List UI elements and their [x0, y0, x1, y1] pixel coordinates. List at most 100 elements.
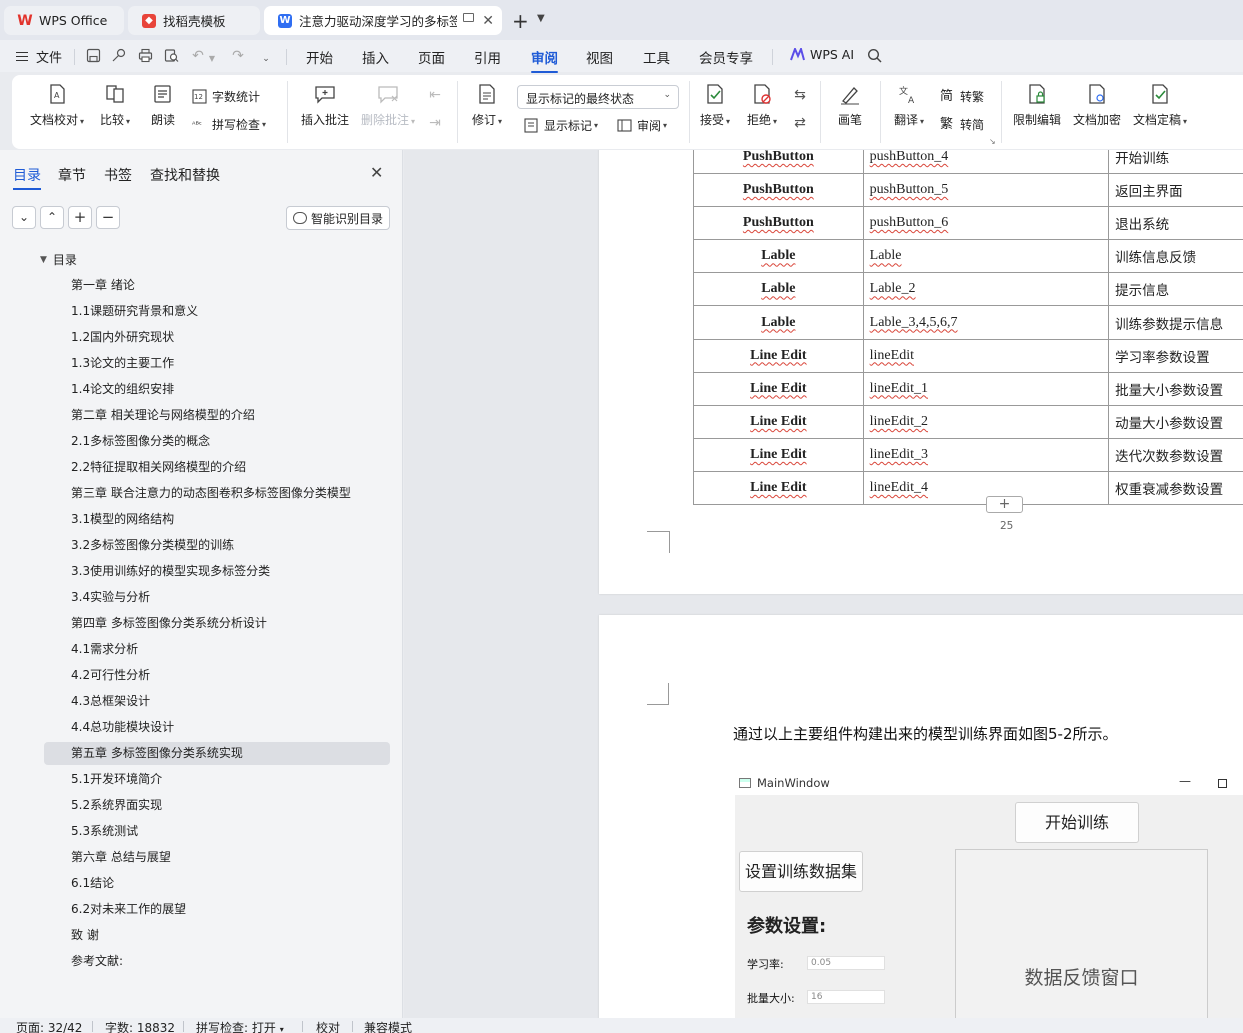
toc-item[interactable]: 4.3总框架设计: [44, 690, 390, 713]
spell-check-button[interactable]: ᴬᴮᶜ 拼写检查 ▾: [192, 116, 266, 133]
collapse-all-button[interactable]: ⌃: [40, 206, 64, 229]
chevron-down-icon[interactable]: ▼: [204, 51, 220, 67]
share-icon[interactable]: [110, 48, 126, 64]
toc-item[interactable]: 5.2系统界面实现: [44, 794, 390, 817]
object-name-cell[interactable]: lineEdit: [862, 338, 1110, 373]
insert-comment-button[interactable]: 插入批注: [301, 83, 349, 128]
chevron-down-icon[interactable]: ⌄: [258, 51, 274, 67]
tab-page[interactable]: 页面: [418, 47, 445, 67]
redo-icon[interactable]: ↷: [230, 48, 246, 64]
file-menu[interactable]: 文件: [16, 47, 62, 66]
component-type-cell[interactable]: Line Edit: [693, 371, 864, 406]
reject-button[interactable]: 拒绝 ▾: [747, 83, 777, 128]
object-name-cell[interactable]: Lable_3,4,5,6,7: [862, 305, 1110, 340]
toc-item[interactable]: 2.2特征提取相关网络模型的介绍: [44, 456, 390, 479]
toc-item[interactable]: 第二章 相关理论与网络模型的介绍: [44, 404, 390, 427]
toc-item[interactable]: 3.1模型的网络结构: [44, 508, 390, 531]
toc-root[interactable]: ▼ 目录: [40, 251, 77, 268]
description-cell[interactable]: 训练参数提示信息: [1108, 305, 1243, 340]
object-name-cell[interactable]: pushButton_6: [862, 206, 1110, 241]
toc-item[interactable]: 第五章 多标签图像分类系统实现: [44, 742, 390, 765]
compare-button[interactable]: 比较 ▾: [100, 83, 130, 128]
toc-item[interactable]: 1.3论文的主要工作: [44, 352, 390, 375]
object-name-cell[interactable]: Lable: [862, 239, 1110, 274]
doc-finalize-button[interactable]: 文档定稿 ▾: [1133, 83, 1187, 128]
toc-item[interactable]: 参考文献:: [44, 950, 390, 973]
restrict-edit-button[interactable]: 限制编辑: [1013, 83, 1061, 128]
pen-button[interactable]: 画笔: [838, 83, 862, 128]
markup-state-select[interactable]: 显示标记的最终状态 ⌄: [517, 85, 679, 109]
toc-item[interactable]: 3.3使用训练好的模型实现多标签分类: [44, 560, 390, 583]
object-name-cell[interactable]: lineEdit_3: [862, 437, 1110, 472]
toc-item[interactable]: 4.2可行性分析: [44, 664, 390, 687]
new-tab-button[interactable]: +: [512, 9, 529, 33]
toc-item[interactable]: 第四章 多标签图像分类系统分析设计: [44, 612, 390, 635]
description-cell[interactable]: 迭代次数参数设置: [1108, 437, 1243, 472]
description-cell[interactable]: 退出系统: [1108, 206, 1243, 241]
expand-icon[interactable]: ↘: [989, 137, 996, 146]
component-type-cell[interactable]: Lable: [693, 239, 864, 274]
previous-change-icon[interactable]: ⇆: [792, 87, 808, 103]
description-cell[interactable]: 批量大小参数设置: [1108, 371, 1243, 406]
object-name-cell[interactable]: lineEdit_2: [862, 404, 1110, 439]
translate-button[interactable]: 文A 翻译 ▾: [894, 83, 924, 128]
remove-heading-button[interactable]: −: [96, 206, 120, 229]
tab-tools[interactable]: 工具: [643, 47, 670, 67]
description-cell[interactable]: 训练信息反馈: [1108, 239, 1243, 274]
accept-button[interactable]: 接受 ▾: [700, 83, 730, 128]
status-page[interactable]: 页面: 32/42: [16, 1019, 82, 1033]
status-spell-check[interactable]: 拼写检查: 打开 ▾: [196, 1019, 284, 1033]
save-icon[interactable]: [85, 48, 101, 64]
description-cell[interactable]: 开始训练: [1108, 150, 1243, 175]
close-icon[interactable]: ✕: [482, 13, 494, 29]
object-name-cell[interactable]: pushButton_4: [862, 150, 1110, 175]
description-cell[interactable]: 权重衰减参数设置: [1108, 470, 1243, 506]
add-heading-button[interactable]: +: [68, 206, 92, 229]
to-traditional-button[interactable]: 简 转繁: [940, 88, 984, 105]
tab-bookmarks[interactable]: 书签: [104, 165, 132, 185]
doc-encrypt-button[interactable]: 文档加密: [1073, 83, 1121, 128]
toc-item[interactable]: 第六章 总结与展望: [44, 846, 390, 869]
toc-item[interactable]: 2.1多标签图像分类的概念: [44, 430, 390, 453]
word-count-button[interactable]: 12 字数统计: [192, 88, 260, 105]
toc-item[interactable]: 4.1需求分析: [44, 638, 390, 661]
tab-template[interactable]: ◆ 找稻壳模板: [128, 6, 260, 35]
description-cell[interactable]: 提示信息: [1108, 272, 1243, 307]
description-cell[interactable]: 返回主界面: [1108, 173, 1243, 208]
smart-toc-button[interactable]: 智能识别目录: [286, 206, 390, 230]
close-icon[interactable]: ✕: [370, 163, 383, 182]
previous-comment-icon[interactable]: ⇤: [427, 87, 443, 103]
description-cell[interactable]: 学习率参数设置: [1108, 338, 1243, 373]
toc-item[interactable]: 第三章 联合注意力的动态图卷积多标签图像分类模型: [44, 482, 390, 505]
tab-member[interactable]: 会员专享: [699, 47, 753, 67]
tab-references[interactable]: 引用: [474, 47, 501, 67]
component-type-cell[interactable]: Line Edit: [693, 404, 864, 439]
component-type-cell[interactable]: PushButton: [693, 206, 864, 241]
next-comment-icon[interactable]: ⇥: [427, 115, 443, 131]
tab-find-replace[interactable]: 查找和替换: [150, 165, 220, 185]
component-type-cell[interactable]: PushButton: [693, 150, 864, 175]
toc-item[interactable]: 1.1课题研究背景和意义: [44, 300, 390, 323]
review-pane-button[interactable]: 审阅 ▾: [617, 117, 667, 134]
toc-item[interactable]: 3.4实验与分析: [44, 586, 390, 609]
tab-wps-office[interactable]: W WPS Office: [4, 6, 124, 35]
expand-all-button[interactable]: ⌄: [12, 206, 36, 229]
print-icon[interactable]: [137, 48, 153, 64]
component-type-cell[interactable]: Lable: [693, 305, 864, 340]
next-change-icon[interactable]: ⇄: [792, 115, 808, 131]
add-row-button[interactable]: +: [986, 496, 1023, 513]
to-simplified-button[interactable]: 繁 转简: [940, 116, 984, 133]
component-type-cell[interactable]: Line Edit: [693, 437, 864, 472]
tab-insert[interactable]: 插入: [362, 47, 389, 67]
wps-ai-button[interactable]: WPS AI: [790, 47, 854, 62]
toc-item[interactable]: 6.1结论: [44, 872, 390, 895]
component-type-cell[interactable]: Lable: [693, 272, 864, 307]
read-aloud-button[interactable]: 朗读: [151, 83, 175, 128]
toc-item[interactable]: 6.2对未来工作的展望: [44, 898, 390, 921]
toc-item[interactable]: 1.2国内外研究现状: [44, 326, 390, 349]
status-word-count[interactable]: 字数: 18832: [105, 1019, 175, 1033]
toc-item[interactable]: 第一章 绪论: [44, 274, 390, 297]
component-type-cell[interactable]: Line Edit: [693, 470, 864, 506]
toc-item[interactable]: 4.4总功能模块设计: [44, 716, 390, 739]
toc-item[interactable]: 5.3系统测试: [44, 820, 390, 843]
